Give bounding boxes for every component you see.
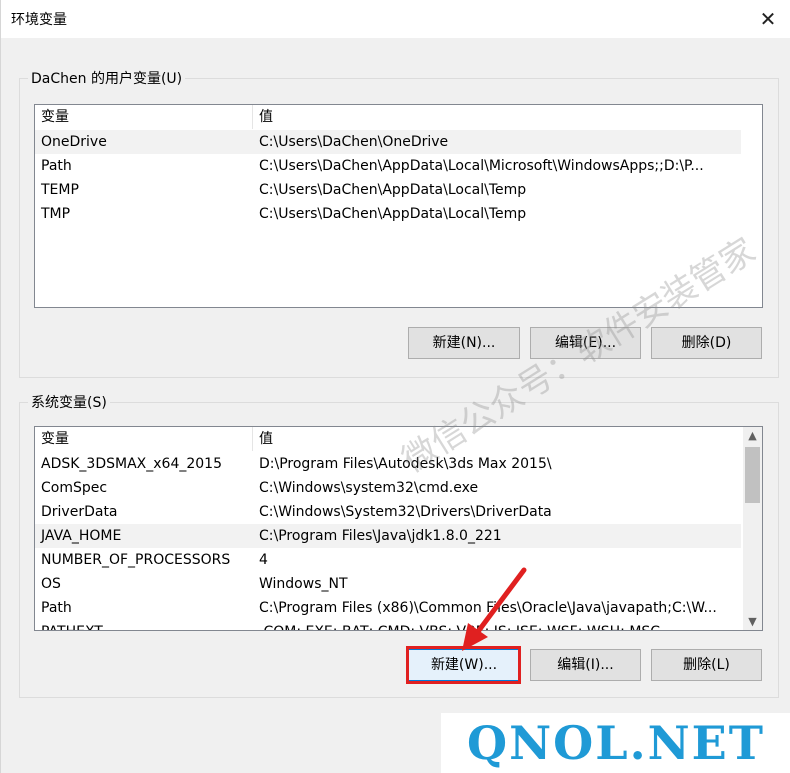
list-item[interactable]: DriverData C:\Windows\System32\Drivers\D… bbox=[35, 500, 741, 524]
variable-name: DriverData bbox=[41, 504, 118, 520]
variable-name: PATHEXT bbox=[35, 620, 253, 630]
variable-name: Path bbox=[41, 600, 72, 616]
scroll-up-icon[interactable]: ▲ bbox=[743, 427, 762, 444]
variable-value: D:\Program Files\Autodesk\3ds Max 2015\ bbox=[259, 456, 552, 472]
list-item[interactable]: PATHEXT .COM;.EXE;.BAT;.CMD;.VBS;.VBE;.J… bbox=[35, 620, 741, 630]
column-header-variable[interactable]: 变量 bbox=[35, 105, 253, 129]
column-header-value[interactable]: 值 bbox=[253, 427, 273, 451]
variable-name: ComSpec bbox=[41, 480, 108, 496]
variable-name: Path bbox=[41, 158, 72, 174]
list-item[interactable]: Path C:\Users\DaChen\AppData\Local\Micro… bbox=[35, 154, 741, 178]
list-header: 变量 值 bbox=[35, 105, 762, 129]
user-new-button[interactable]: 新建(N)... bbox=[408, 327, 520, 359]
user-variables-list[interactable]: 变量 值 OneDrive C:\Users\DaChen\OneDrive P… bbox=[34, 104, 763, 308]
variable-value: C:\Users\DaChen\OneDrive bbox=[259, 134, 449, 150]
column-header-variable[interactable]: 变量 bbox=[35, 427, 253, 451]
variable-value: C:\Windows\system32\cmd.exe bbox=[259, 480, 479, 496]
variable-name: OS bbox=[41, 576, 61, 592]
variable-value: .COM;.EXE;.BAT;.CMD;.VBS;.VBE;.JS;.JSE;.… bbox=[253, 620, 660, 630]
close-icon[interactable]: ✕ bbox=[745, 0, 790, 38]
system-edit-button[interactable]: 编辑(I)... bbox=[530, 649, 641, 681]
window-title: 环境变量 bbox=[11, 12, 67, 28]
user-delete-button[interactable]: 删除(D) bbox=[651, 327, 762, 359]
system-variables-label: 系统变量(S) bbox=[28, 392, 110, 412]
list-item[interactable]: Path C:\Program Files (x86)\Common Files… bbox=[35, 596, 741, 620]
scroll-down-icon[interactable]: ▼ bbox=[743, 613, 762, 630]
environment-variables-dialog: 环境变量 ✕ DaChen 的用户变量(U) 变量 值 OneDrive C:\… bbox=[0, 0, 790, 773]
list-item[interactable]: ADSK_3DSMAX_x64_2015 D:\Program Files\Au… bbox=[35, 452, 741, 476]
list-item[interactable]: TMP C:\Users\DaChen\AppData\Local\Temp bbox=[35, 202, 741, 226]
list-item[interactable]: OS Windows_NT bbox=[35, 572, 741, 596]
scrollbar-thumb[interactable] bbox=[745, 447, 760, 503]
list-item[interactable]: NUMBER_OF_PROCESSORS 4 bbox=[35, 548, 741, 572]
variable-value: C:\Users\DaChen\AppData\Local\Microsoft\… bbox=[259, 158, 704, 174]
system-new-button[interactable]: 新建(W)... bbox=[408, 649, 520, 681]
variable-value: 4 bbox=[259, 552, 268, 568]
list-item[interactable]: TEMP C:\Users\DaChen\AppData\Local\Temp bbox=[35, 178, 741, 202]
list-header: 变量 值 bbox=[35, 427, 762, 451]
variable-name: TMP bbox=[41, 206, 71, 222]
variable-value: C:\Program Files\Java\jdk1.8.0_221 bbox=[259, 528, 502, 544]
variable-name: TEMP bbox=[41, 182, 79, 198]
list-item[interactable]: JAVA_HOME C:\Program Files\Java\jdk1.8.0… bbox=[35, 524, 741, 548]
column-header-value[interactable]: 值 bbox=[253, 105, 273, 129]
variable-name: OneDrive bbox=[41, 134, 107, 150]
variable-value: C:\Windows\System32\Drivers\DriverData bbox=[259, 504, 552, 520]
vertical-scrollbar[interactable]: ▲ ▼ bbox=[743, 427, 762, 630]
variable-value: C:\Users\DaChen\AppData\Local\Temp bbox=[259, 182, 527, 198]
list-item[interactable]: ComSpec C:\Windows\system32\cmd.exe bbox=[35, 476, 741, 500]
brand-logo: QNOL.NET bbox=[441, 713, 790, 773]
variable-name: ADSK_3DSMAX_x64_2015 bbox=[41, 456, 222, 472]
variable-value: C:\Program Files (x86)\Common Files\Orac… bbox=[259, 600, 717, 616]
title-bar: 环境变量 ✕ bbox=[1, 0, 790, 38]
variable-value: C:\Users\DaChen\AppData\Local\Temp bbox=[259, 206, 527, 222]
user-variables-label: DaChen 的用户变量(U) bbox=[28, 68, 186, 88]
list-item[interactable]: OneDrive C:\Users\DaChen\OneDrive bbox=[35, 130, 741, 154]
system-variables-list[interactable]: 变量 值 ADSK_3DSMAX_x64_2015 D:\Program Fil… bbox=[34, 426, 763, 631]
variable-name: NUMBER_OF_PROCESSORS bbox=[41, 552, 231, 568]
variable-name: JAVA_HOME bbox=[41, 528, 122, 544]
user-edit-button[interactable]: 编辑(E)... bbox=[530, 327, 641, 359]
variable-value: Windows_NT bbox=[259, 576, 348, 592]
system-delete-button[interactable]: 删除(L) bbox=[651, 649, 762, 681]
